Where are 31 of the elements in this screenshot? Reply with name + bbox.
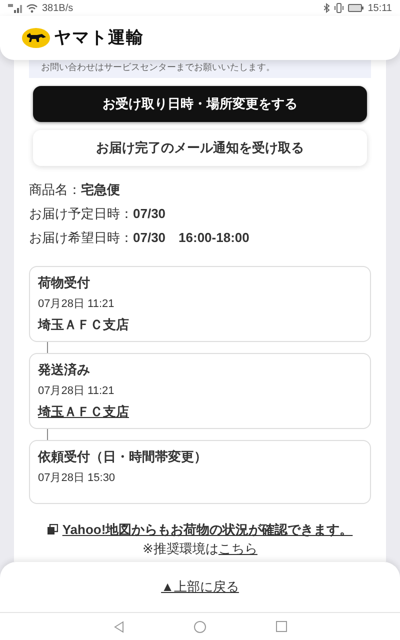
back-to-top-link[interactable]: ▲上部に戻る bbox=[161, 577, 239, 597]
status-title: 荷物受付 bbox=[38, 274, 91, 292]
detail-line: お届け予定日時：07/30 bbox=[29, 204, 167, 222]
external-link-icon bbox=[47, 524, 58, 535]
network-speed: 381B/s bbox=[42, 2, 74, 16]
detail-line: お届け希望日時：07/30 16:00-18:00 bbox=[29, 228, 250, 246]
back-icon[interactable] bbox=[114, 620, 124, 632]
email-notify-button[interactable]: お届け完了のメール通知を受け取る bbox=[33, 130, 367, 166]
status-datetime: 07月28日 15:30 bbox=[38, 470, 116, 486]
map-link[interactable]: Yahoo!地図からもお荷物の状況が確認できます。 bbox=[62, 520, 353, 539]
recommend-text: ※推奨環境は bbox=[142, 540, 218, 558]
vibrate-icon bbox=[334, 3, 344, 13]
brand-name: ヤマト運輸 bbox=[54, 27, 144, 50]
recommend-link[interactable]: こちら bbox=[218, 539, 258, 558]
change-delivery-button[interactable]: お受け取り日時・場所変更をする bbox=[33, 86, 367, 122]
clock: 15:11 bbox=[368, 2, 392, 16]
cat-logo-icon bbox=[22, 28, 50, 48]
home-icon[interactable] bbox=[194, 620, 206, 632]
notice-text: お問い合わせはサービスセンターまでお願いいたします。 bbox=[29, 60, 371, 78]
status-datetime: 07月28日 11:21 bbox=[38, 296, 116, 312]
status-title: 依頼受付（日・時間帯変更） bbox=[38, 448, 208, 466]
battery-icon bbox=[348, 4, 364, 12]
branch-name: 埼玉ＡＦＣ支店 bbox=[38, 316, 129, 334]
detail-line: 商品名：宅急便 bbox=[29, 180, 121, 198]
bluetooth-icon bbox=[324, 3, 330, 13]
status-datetime: 07月28日 11:21 bbox=[38, 384, 116, 398]
status-title: 発送済み bbox=[38, 360, 91, 378]
branch-link[interactable]: 埼玉ＡＦＣ支店 bbox=[38, 402, 129, 422]
recent-apps-icon[interactable] bbox=[276, 621, 286, 632]
wifi-icon bbox=[26, 3, 38, 13]
signal-icon bbox=[8, 4, 22, 12]
